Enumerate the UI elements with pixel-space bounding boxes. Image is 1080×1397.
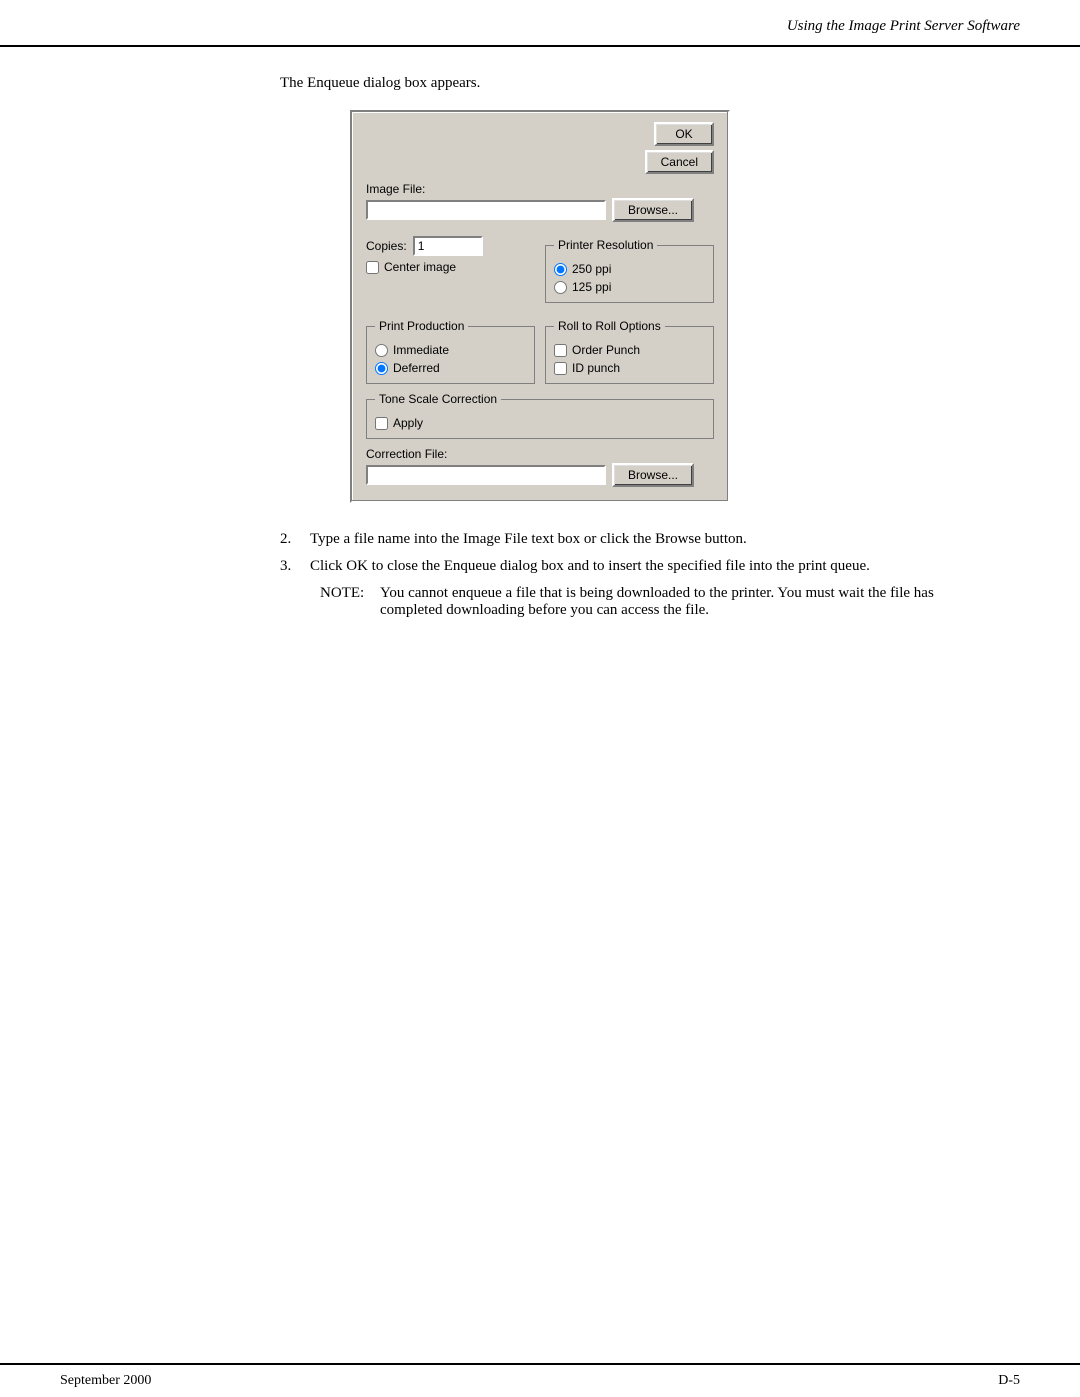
- dialog-top-buttons: OK Cancel: [366, 122, 714, 174]
- apply-checkbox[interactable]: [375, 417, 388, 430]
- roll-to-roll-legend: Roll to Roll Options: [554, 319, 665, 333]
- enqueue-dialog: OK Cancel Image File: Browse... Copies:: [350, 110, 730, 503]
- immediate-label: Immediate: [393, 343, 449, 357]
- image-file-input[interactable]: [366, 200, 606, 220]
- ppi-250-label: 250 ppi: [572, 262, 611, 276]
- apply-label: Apply: [393, 416, 423, 430]
- copies-row: Copies:: [366, 236, 535, 256]
- center-image-row: Center image: [366, 260, 535, 274]
- ppi-125-label: 125 ppi: [572, 280, 611, 294]
- print-production-legend: Print Production: [375, 319, 468, 333]
- id-punch-checkbox[interactable]: [554, 362, 567, 375]
- roll-to-roll-section: Roll to Roll Options Order Punch ID punc…: [545, 311, 714, 384]
- ppi-250-radio[interactable]: [554, 263, 567, 276]
- deferred-row: Deferred: [375, 361, 526, 375]
- correction-file-input[interactable]: [366, 465, 606, 485]
- center-image-label: Center image: [384, 260, 456, 274]
- production-roll-row: Print Production Immediate Deferred: [366, 311, 714, 384]
- image-file-label: Image File:: [366, 182, 714, 196]
- intro-text: The Enqueue dialog box appears.: [280, 75, 1000, 92]
- step-3-num: 3.: [280, 558, 300, 575]
- step-3: 3. Click OK to close the Enqueue dialog …: [280, 558, 1000, 575]
- ppi-125-row: 125 ppi: [554, 280, 705, 294]
- deferred-radio[interactable]: [375, 362, 388, 375]
- correction-file-label: Correction File:: [366, 447, 714, 461]
- image-file-row: Browse...: [366, 198, 714, 222]
- id-punch-row: ID punch: [554, 361, 705, 375]
- apply-row: Apply: [375, 416, 705, 430]
- order-punch-label: Order Punch: [572, 343, 640, 357]
- deferred-label: Deferred: [393, 361, 440, 375]
- dialog-wrapper: OK Cancel Image File: Browse... Copies:: [80, 110, 1000, 503]
- ppi-250-row: 250 ppi: [554, 262, 705, 276]
- printer-resolution-fieldset: Printer Resolution 250 ppi 125 ppi: [545, 238, 714, 303]
- order-punch-row: Order Punch: [554, 343, 705, 357]
- step-2-num: 2.: [280, 531, 300, 548]
- page-header: Using the Image Print Server Software: [0, 0, 1080, 47]
- right-section: Printer Resolution 250 ppi 125 ppi: [545, 230, 714, 303]
- header-title: Using the Image Print Server Software: [787, 18, 1020, 35]
- step-2: 2. Type a file name into the Image File …: [280, 531, 1000, 548]
- printer-resolution-legend: Printer Resolution: [554, 238, 657, 252]
- note-text: You cannot enqueue a file that is being …: [380, 585, 1000, 619]
- step-3-text: Click OK to close the Enqueue dialog box…: [310, 558, 1000, 575]
- copies-label: Copies:: [366, 239, 407, 253]
- footer-right: D-5: [998, 1373, 1020, 1389]
- copies-resolution-row: Copies: Center image Printer Resolution: [366, 230, 714, 303]
- step-2-text: Type a file name into the Image File tex…: [310, 531, 1000, 548]
- roll-to-roll-fieldset: Roll to Roll Options Order Punch ID punc…: [545, 319, 714, 384]
- center-image-checkbox[interactable]: [366, 261, 379, 274]
- correction-file-section: Correction File: Browse...: [366, 447, 714, 487]
- correction-file-row: Browse...: [366, 463, 714, 487]
- footer-left: September 2000: [60, 1373, 151, 1389]
- cancel-button[interactable]: Cancel: [645, 150, 714, 174]
- ok-button[interactable]: OK: [654, 122, 714, 146]
- print-production-fieldset: Print Production Immediate Deferred: [366, 319, 535, 384]
- copies-input[interactable]: [413, 236, 483, 256]
- browse-button-1[interactable]: Browse...: [612, 198, 694, 222]
- id-punch-label: ID punch: [572, 361, 620, 375]
- tone-scale-legend: Tone Scale Correction: [375, 392, 501, 406]
- page-footer: September 2000 D-5: [0, 1363, 1080, 1397]
- immediate-radio[interactable]: [375, 344, 388, 357]
- note-item: NOTE: You cannot enqueue a file that is …: [320, 585, 1000, 619]
- ppi-125-radio[interactable]: [554, 281, 567, 294]
- left-section: Copies: Center image: [366, 230, 535, 303]
- tone-scale-fieldset: Tone Scale Correction Apply: [366, 392, 714, 439]
- numbered-list: 2. Type a file name into the Image File …: [280, 531, 1000, 619]
- browse-button-2[interactable]: Browse...: [612, 463, 694, 487]
- immediate-row: Immediate: [375, 343, 526, 357]
- order-punch-checkbox[interactable]: [554, 344, 567, 357]
- page-content: The Enqueue dialog box appears. OK Cance…: [0, 75, 1080, 619]
- print-production-section: Print Production Immediate Deferred: [366, 311, 535, 384]
- note-label: NOTE:: [320, 585, 370, 619]
